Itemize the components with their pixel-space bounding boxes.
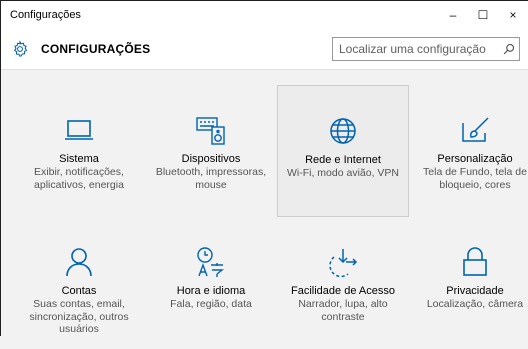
category-label: Personalização [437,153,513,165]
category-label: Dispositivos [181,153,241,165]
search-icon[interactable] [499,43,519,55]
laptop-icon [62,113,96,147]
page-title: CONFIGURAÇÕES [41,42,151,56]
close-button[interactable]: × [498,1,528,29]
gear-icon [9,38,31,60]
paint-brush-icon [458,113,492,147]
category-label: Privacidade [446,285,504,297]
category-description: Narrador, lupa, alto contraste [298,298,388,323]
category-sistema[interactable]: Sistema Exibir, notificações, aplicativo… [13,85,145,217]
globe-icon [326,114,360,148]
settings-window: Configurações – ☐ × CONFIGURAÇÕES Locali… [0,0,528,336]
category-description: Fala, região, data [170,298,252,310]
category-description: Suas contas, email, sincronização, outro… [29,298,129,335]
category-label: Hora e idioma [176,285,246,297]
category-description: Bluetooth, impressoras, mouse [155,166,267,191]
category-personalizacao[interactable]: Personalização Tela de Fundo, tela de bl… [409,85,528,217]
settings-categories: Sistema Exibir, notificações, aplicativo… [1,85,528,337]
lock-icon [458,245,492,279]
settings-header: CONFIGURAÇÕES [1,29,528,70]
category-label: Contas [61,285,97,297]
category-hora-idioma[interactable]: Hora e idioma Fala, região, data [145,217,277,349]
category-privacidade[interactable]: Privacidade Localização, câmera [409,217,528,349]
category-rede-internet[interactable]: Rede e Internet Wi-Fi, modo avião, VPN [277,85,409,217]
search-box[interactable] [332,37,520,61]
category-description: Localização, câmera [426,298,524,310]
category-contas[interactable]: Contas Suas contas, email, sincronização… [13,217,145,349]
window-title: Configurações [10,9,81,21]
minimize-button[interactable]: – [438,1,468,29]
category-dispositivos[interactable]: Dispositivos Bluetooth, impressoras, mou… [145,85,277,217]
category-label: Sistema [59,153,99,165]
category-label: Rede e Internet [305,154,381,166]
search-input[interactable] [333,38,499,60]
maximize-button[interactable]: ☐ [468,1,498,29]
category-label: Facilidade de Acesso [291,285,395,297]
ease-of-access-icon [326,245,360,279]
category-description: Exibir, notificações, aplicativos, energ… [34,166,124,191]
person-icon [62,245,96,279]
category-description: Tela de Fundo, tela de bloqueio, cores [423,166,527,191]
category-facilidade-acesso[interactable]: Facilidade de Acesso Narrador, lupa, alt… [277,217,409,349]
category-description: Wi-Fi, modo avião, VPN [286,167,400,179]
title-bar: Configurações – ☐ × [1,1,528,29]
keyboard-speaker-icon [194,113,228,147]
time-language-icon [194,245,228,279]
